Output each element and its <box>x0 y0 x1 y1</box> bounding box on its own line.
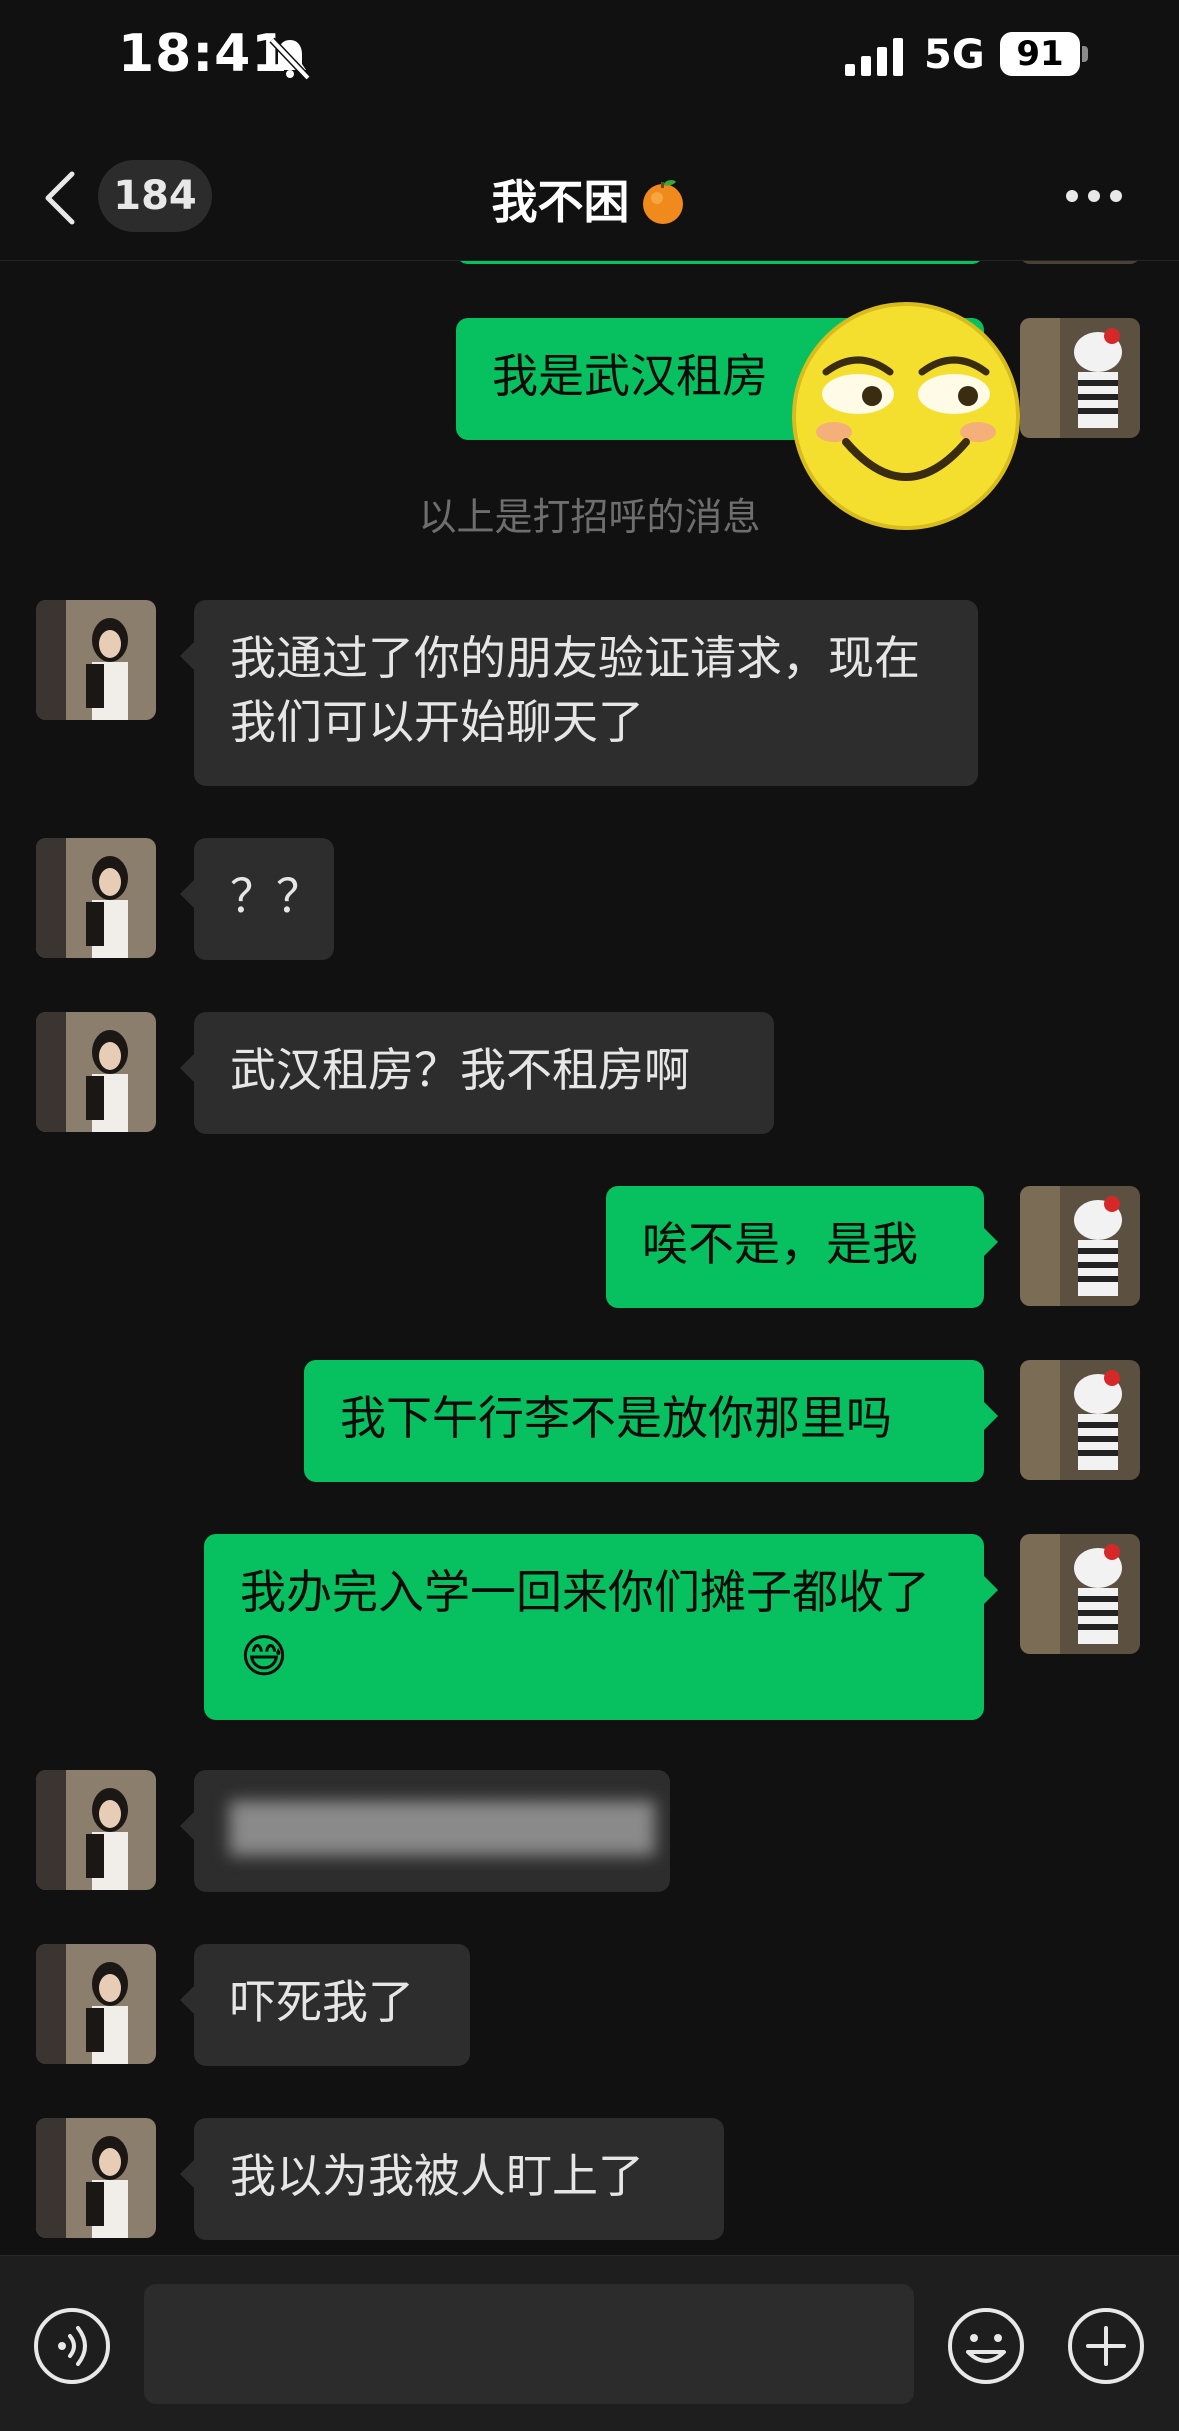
contact-avatar-image <box>36 1770 156 1890</box>
hello-kitty-avatar-image <box>1020 318 1140 438</box>
contact-avatar-image <box>36 1012 156 1132</box>
avatar-self[interactable] <box>1020 318 1140 438</box>
message-text-blurred: ████████████ <box>230 1801 655 1855</box>
avatar-contact[interactable] <box>36 1012 156 1132</box>
emoji-icon[interactable] <box>946 2306 1026 2386</box>
network-type: 5G <box>924 32 985 78</box>
message-bubble-outgoing[interactable]: 唉不是，是我 <box>606 1186 998 1308</box>
avatar-self[interactable] <box>1020 1360 1140 1480</box>
message-bubble-incoming[interactable]: 武汉租房？我不租房啊 <box>180 1012 774 1134</box>
hello-kitty-avatar-image <box>1020 1534 1140 1654</box>
bell-off-icon <box>269 37 311 81</box>
message-text: 我通过了你的朋友验证请求，现在我们可以开始聊天了 <box>230 631 920 749</box>
chat-header: 184 我不困 <box>0 110 1179 261</box>
chat-title-text: 我不困 <box>491 175 630 229</box>
hello-kitty-avatar-image <box>1020 1186 1140 1306</box>
message-bubble-outgoing[interactable]: 我下午行李不是放你那里吗 <box>304 1360 998 1482</box>
more-dots-icon[interactable] <box>1066 190 1126 206</box>
avatar-self[interactable] <box>1020 1534 1140 1654</box>
message-list[interactable]: 我是武汉租房 以上是打招呼的消息 我通过了你的朋友验证请求，现在我们可以开始聊天… <box>0 260 1179 2255</box>
message-bubble-outgoing[interactable]: 我办完入学一回来你们摊子都收了😅 <box>204 1534 998 1720</box>
message-bubble-incoming[interactable]: 我以为我被人盯上了 <box>180 2118 724 2240</box>
avatar-contact[interactable] <box>36 838 156 958</box>
signal-icon <box>845 38 903 76</box>
status-time: 18:41 <box>118 24 289 84</box>
message-bubble-incoming[interactable]: 我通过了你的朋友验证请求，现在我们可以开始聊天了 <box>180 600 978 786</box>
message-text: 我下午行李不是放你那里吗 <box>340 1391 892 1445</box>
contact-avatar-image <box>36 1944 156 2064</box>
system-notice: 以上是打招呼的消息 <box>418 495 761 539</box>
battery-tip <box>1082 46 1088 62</box>
message-bubble-incoming[interactable]: 吓死我了 <box>180 1944 470 2066</box>
orange-emoji-icon <box>642 180 683 224</box>
contact-avatar-image <box>36 2118 156 2238</box>
message-text: 吓死我了 <box>230 1975 414 2029</box>
avatar-contact[interactable] <box>36 2118 156 2238</box>
message-text: 我办完入学一回来你们摊子都收了😅 <box>240 1565 930 1683</box>
contact-avatar-image <box>36 600 156 720</box>
contact-avatar-image <box>36 838 156 958</box>
avatar-contact[interactable] <box>36 1944 156 2064</box>
avatar-contact[interactable] <box>36 600 156 720</box>
message-text: ？？ <box>230 869 322 923</box>
message-bubble-incoming-blurred[interactable]: ████████████ <box>180 1770 670 1892</box>
message-bubble-incoming[interactable]: ？？ <box>180 838 334 960</box>
message-input[interactable] <box>144 2284 914 2404</box>
plus-icon[interactable] <box>1066 2306 1146 2386</box>
message-text: 我以为我被人盯上了 <box>230 2149 644 2203</box>
status-bar: 18:41 5G 91 <box>0 0 1179 110</box>
input-bar <box>0 2255 1179 2431</box>
message-text: 武汉租房？我不租房啊 <box>230 1043 690 1097</box>
avatar-contact[interactable] <box>36 1770 156 1890</box>
message-text: 我是武汉租房 <box>492 349 768 403</box>
message-text: 唉不是，是我 <box>642 1217 918 1271</box>
avatar-self[interactable] <box>1020 1186 1140 1306</box>
chat-title: 我不困 <box>0 166 1179 232</box>
hello-kitty-avatar-image <box>1020 1360 1140 1480</box>
battery-level: 91 <box>1000 32 1080 76</box>
voice-icon[interactable] <box>32 2306 112 2386</box>
